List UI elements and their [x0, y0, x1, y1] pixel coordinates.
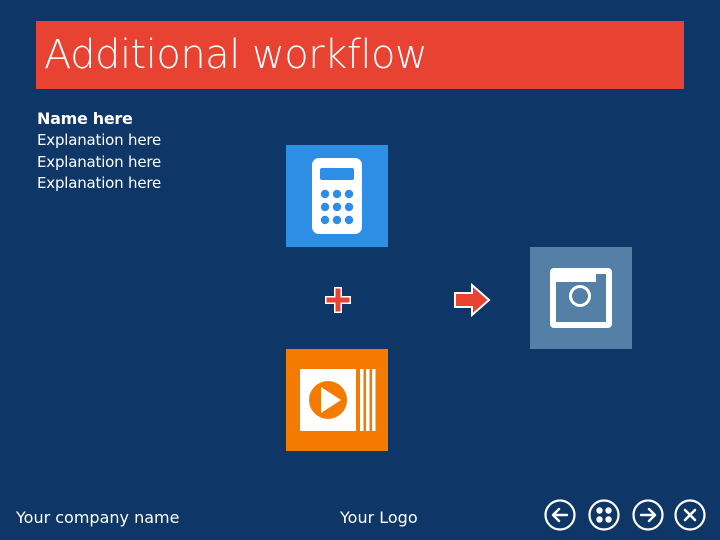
menu-button[interactable]	[588, 499, 620, 531]
explanation-line-2: Explanation here	[37, 152, 162, 171]
calculator-icon	[312, 158, 362, 234]
explanation-line-3: Explanation here	[37, 174, 162, 192]
camera-tile	[530, 247, 632, 349]
company-name: Your company name	[16, 508, 180, 527]
calculator-tile	[286, 145, 388, 247]
logo-placeholder: Your Logo	[340, 508, 418, 527]
back-button[interactable]	[544, 499, 576, 531]
explanation-line-1: Explanation here	[37, 131, 162, 149]
info-block: Name here Explanation here Explanation h…	[37, 108, 161, 195]
menu-dots-icon	[588, 499, 620, 531]
close-icon	[674, 499, 706, 531]
slide-title: Additional workflow	[44, 32, 428, 78]
forward-button[interactable]	[632, 499, 664, 531]
camera-icon	[550, 268, 612, 328]
arrow-right-icon	[453, 282, 491, 321]
plus-icon	[324, 286, 352, 318]
forward-arrow-icon	[632, 499, 664, 531]
video-player-icon	[300, 369, 376, 431]
title-bar: Additional workflow	[36, 21, 684, 89]
video-tile	[286, 349, 388, 451]
name-label: Name here	[37, 109, 133, 128]
close-button[interactable]	[674, 499, 706, 531]
back-arrow-icon	[544, 499, 576, 531]
